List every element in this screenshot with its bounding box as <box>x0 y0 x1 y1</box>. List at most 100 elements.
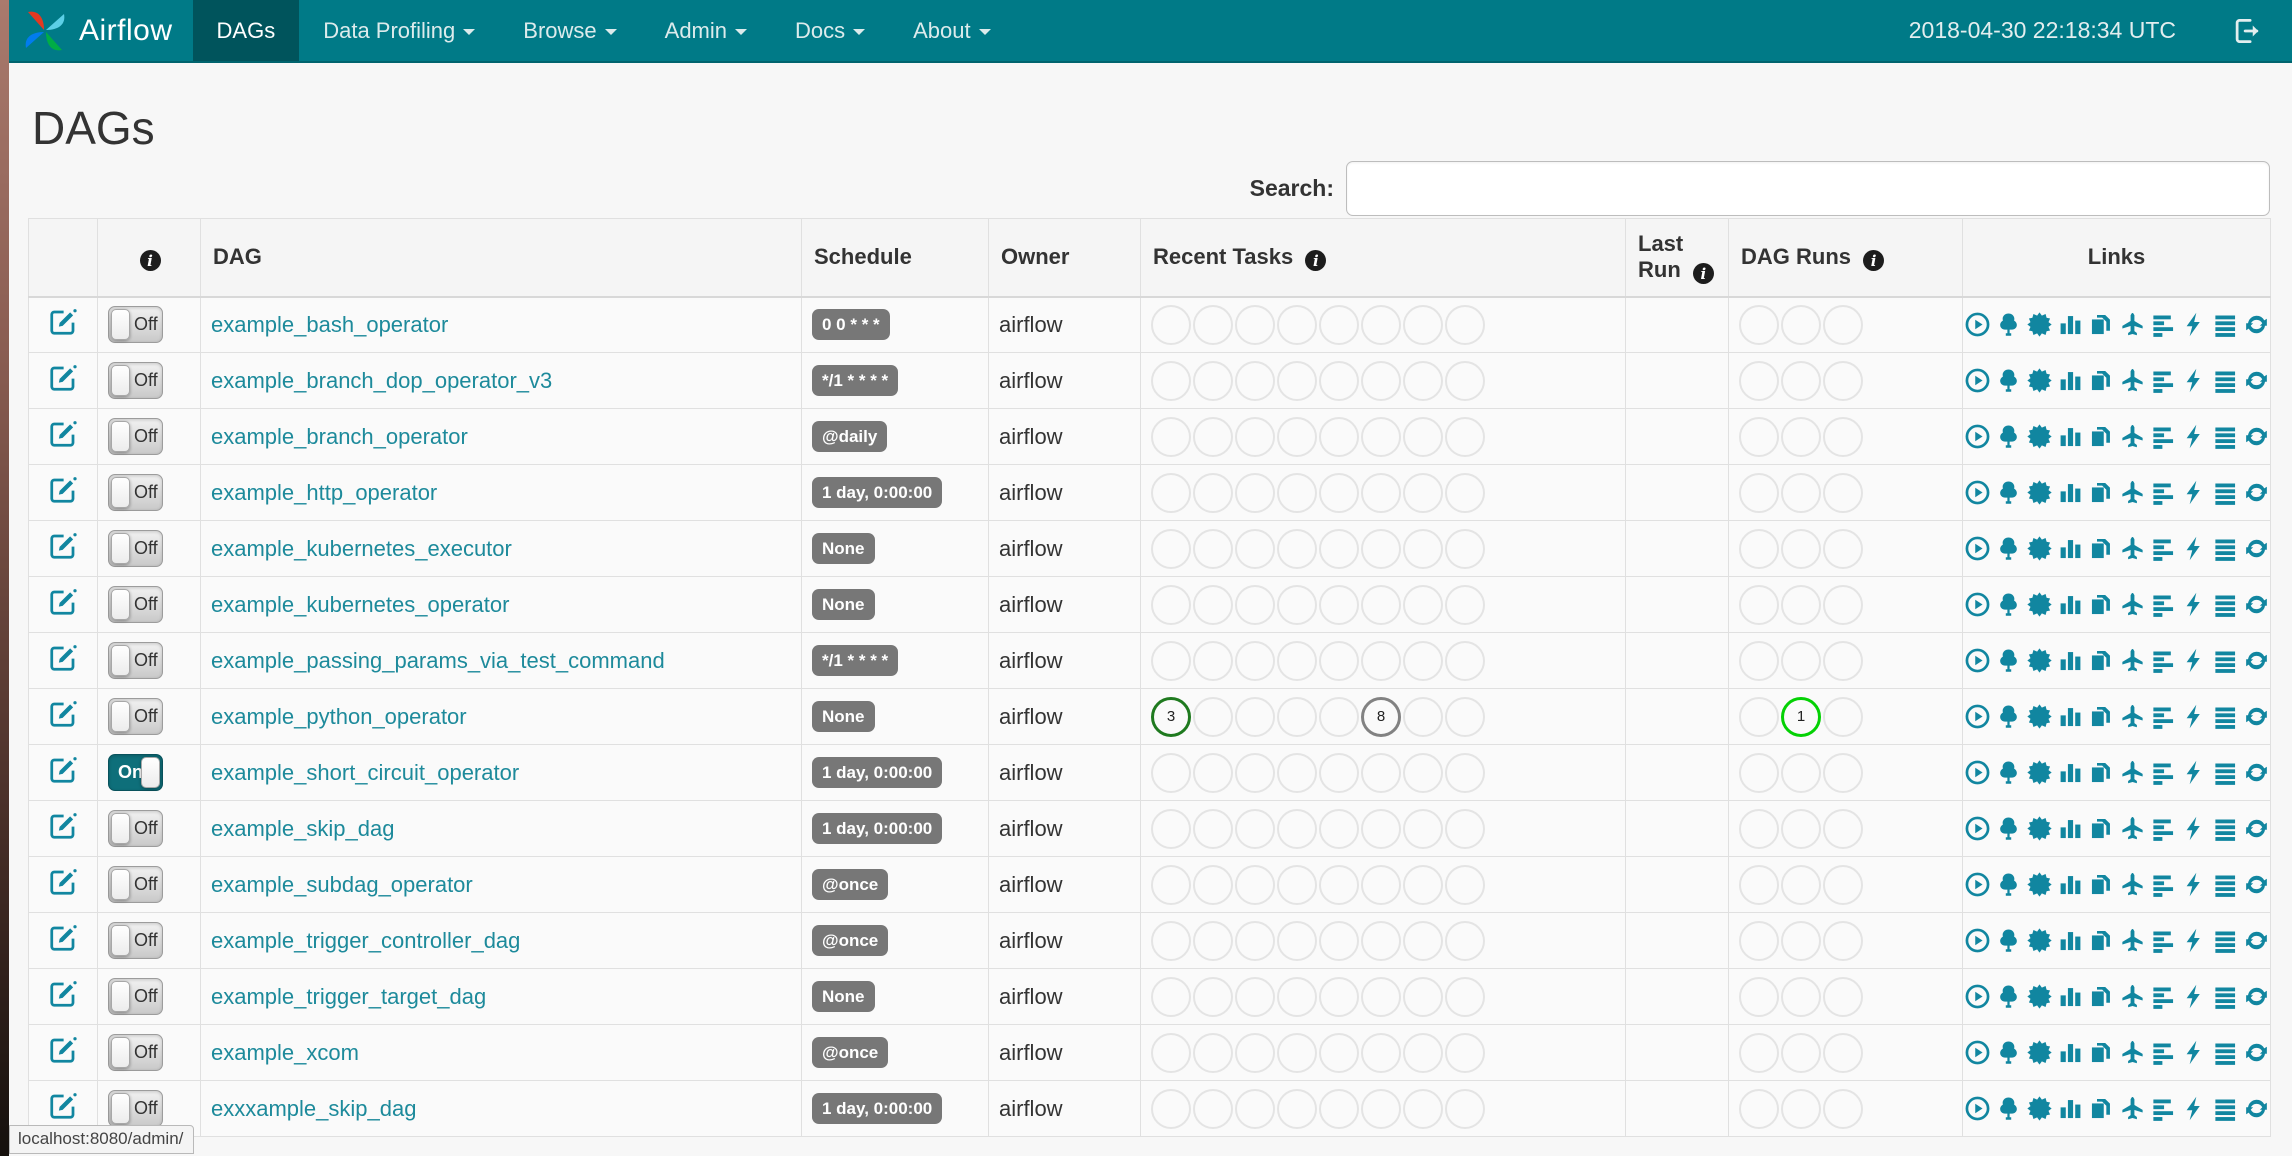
recent-task-state-circle[interactable] <box>1361 808 1401 849</box>
recent-task-state-circle[interactable] <box>1235 864 1275 905</box>
dag-name-link[interactable]: exxxample_skip_dag <box>211 1096 416 1121</box>
recent-task-state-circle[interactable] <box>1151 752 1191 793</box>
tree-view-icon[interactable] <box>1995 423 2022 450</box>
recent-task-state-circle[interactable] <box>1445 528 1485 569</box>
task-tries-icon[interactable] <box>2088 703 2115 730</box>
recent-task-state-circle[interactable] <box>1277 864 1317 905</box>
trigger-icon[interactable] <box>1964 759 1991 786</box>
dag-name-link[interactable]: example_xcom <box>211 1040 359 1065</box>
recent-task-state-circle[interactable] <box>1361 640 1401 681</box>
tree-view-icon[interactable] <box>1995 983 2022 1010</box>
dag-run-state-circle[interactable] <box>1781 640 1821 681</box>
logs-icon[interactable] <box>2212 479 2239 506</box>
recent-task-state-circle[interactable] <box>1277 752 1317 793</box>
refresh-icon[interactable] <box>2243 815 2270 842</box>
dag-run-state-circle[interactable] <box>1781 752 1821 793</box>
recent-task-state-circle[interactable] <box>1445 416 1485 457</box>
logs-icon[interactable] <box>2212 591 2239 618</box>
recent-task-state-circle[interactable] <box>1445 640 1485 681</box>
recent-task-state-circle[interactable] <box>1151 1032 1191 1073</box>
recent-task-state-circle[interactable] <box>1361 528 1401 569</box>
dag-run-state-circle[interactable] <box>1781 920 1821 961</box>
graph-view-icon[interactable] <box>2026 1039 2053 1066</box>
task-tries-icon[interactable] <box>2088 479 2115 506</box>
graph-view-icon[interactable] <box>2026 367 2053 394</box>
dag-run-state-circle[interactable] <box>1823 976 1863 1017</box>
tree-view-icon[interactable] <box>1995 703 2022 730</box>
recent-task-state-circle[interactable] <box>1193 808 1233 849</box>
landing-times-icon[interactable] <box>2119 311 2146 338</box>
refresh-icon[interactable] <box>2243 1039 2270 1066</box>
dag-name-link[interactable]: example_python_operator <box>211 704 467 729</box>
dag-run-state-circle[interactable] <box>1739 1088 1779 1129</box>
edit-dag-icon[interactable] <box>48 587 78 617</box>
graph-view-icon[interactable] <box>2026 703 2053 730</box>
code-view-icon[interactable] <box>2181 703 2208 730</box>
recent-task-state-circle[interactable] <box>1403 528 1443 569</box>
task-tries-icon[interactable] <box>2088 871 2115 898</box>
dag-run-state-circle[interactable] <box>1739 472 1779 513</box>
landing-times-icon[interactable] <box>2119 871 2146 898</box>
refresh-icon[interactable] <box>2243 479 2270 506</box>
task-duration-icon[interactable] <box>2057 591 2084 618</box>
logs-icon[interactable] <box>2212 311 2239 338</box>
logs-icon[interactable] <box>2212 927 2239 954</box>
landing-times-icon[interactable] <box>2119 759 2146 786</box>
dag-name-link[interactable]: example_http_operator <box>211 480 437 505</box>
recent-task-state-circle[interactable] <box>1319 976 1359 1017</box>
task-tries-icon[interactable] <box>2088 815 2115 842</box>
tree-view-icon[interactable] <box>1995 1039 2022 1066</box>
dag-run-state-circle[interactable] <box>1823 304 1863 345</box>
tree-view-icon[interactable] <box>1995 311 2022 338</box>
dag-run-state-circle[interactable]: 1 <box>1781 696 1821 737</box>
edit-dag-icon[interactable] <box>48 307 78 337</box>
recent-task-state-circle[interactable] <box>1277 304 1317 345</box>
tree-view-icon[interactable] <box>1995 535 2022 562</box>
gantt-icon[interactable] <box>2150 479 2177 506</box>
recent-task-state-circle[interactable]: 8 <box>1361 696 1401 737</box>
pause-toggle[interactable]: Off <box>108 418 163 455</box>
recent-task-state-circle[interactable] <box>1403 304 1443 345</box>
recent-task-state-circle[interactable] <box>1319 864 1359 905</box>
refresh-icon[interactable] <box>2243 423 2270 450</box>
recent-task-state-circle[interactable] <box>1319 640 1359 681</box>
gantt-icon[interactable] <box>2150 647 2177 674</box>
trigger-icon[interactable] <box>1964 535 1991 562</box>
recent-task-state-circle[interactable] <box>1193 1032 1233 1073</box>
recent-task-state-circle[interactable] <box>1361 1088 1401 1129</box>
recent-task-state-circle[interactable] <box>1193 1088 1233 1129</box>
refresh-icon[interactable] <box>2243 591 2270 618</box>
landing-times-icon[interactable] <box>2119 423 2146 450</box>
pause-toggle[interactable]: Off <box>108 698 163 735</box>
recent-task-state-circle[interactable] <box>1445 1032 1485 1073</box>
edit-dag-icon[interactable] <box>48 1035 78 1065</box>
tree-view-icon[interactable] <box>1995 815 2022 842</box>
logs-icon[interactable] <box>2212 983 2239 1010</box>
code-view-icon[interactable] <box>2181 815 2208 842</box>
gantt-icon[interactable] <box>2150 1095 2177 1122</box>
pause-toggle[interactable]: Off <box>108 586 163 623</box>
edit-dag-icon[interactable] <box>48 699 78 729</box>
graph-view-icon[interactable] <box>2026 423 2053 450</box>
recent-task-state-circle[interactable] <box>1403 1032 1443 1073</box>
landing-times-icon[interactable] <box>2119 927 2146 954</box>
dag-run-state-circle[interactable] <box>1823 472 1863 513</box>
recent-task-state-circle[interactable] <box>1277 1088 1317 1129</box>
gantt-icon[interactable] <box>2150 759 2177 786</box>
task-duration-icon[interactable] <box>2057 535 2084 562</box>
pause-toggle[interactable]: Off <box>108 978 163 1015</box>
task-duration-icon[interactable] <box>2057 759 2084 786</box>
recent-task-state-circle[interactable] <box>1193 360 1233 401</box>
task-duration-icon[interactable] <box>2057 703 2084 730</box>
dag-run-state-circle[interactable] <box>1739 584 1779 625</box>
landing-times-icon[interactable] <box>2119 535 2146 562</box>
pause-toggle[interactable]: Off <box>108 306 163 344</box>
recent-task-state-circle[interactable] <box>1277 808 1317 849</box>
recent-task-state-circle[interactable] <box>1193 976 1233 1017</box>
dag-run-state-circle[interactable] <box>1781 808 1821 849</box>
pause-toggle[interactable]: Off <box>108 642 163 679</box>
code-view-icon[interactable] <box>2181 479 2208 506</box>
task-tries-icon[interactable] <box>2088 535 2115 562</box>
recent-task-state-circle[interactable] <box>1319 808 1359 849</box>
refresh-icon[interactable] <box>2243 535 2270 562</box>
